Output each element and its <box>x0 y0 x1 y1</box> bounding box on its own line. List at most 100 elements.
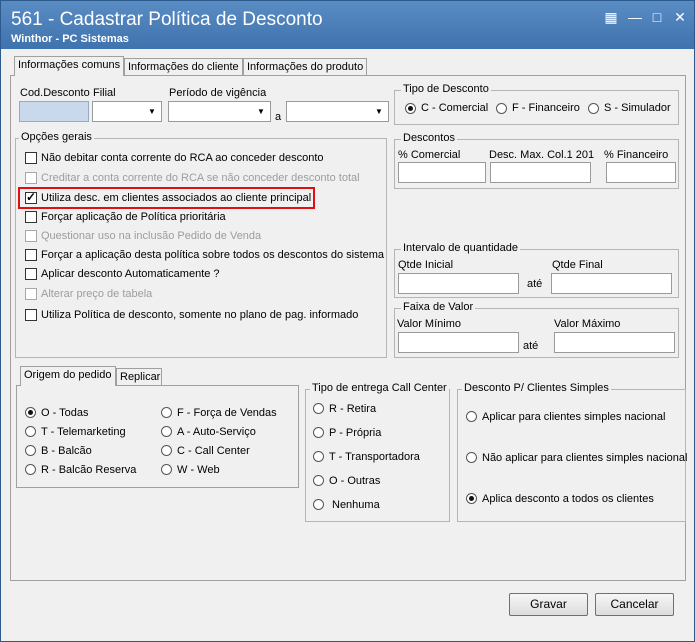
entrega-retira-label: R - Retira <box>329 403 377 415</box>
valor-maximo-field[interactable] <box>554 332 675 353</box>
opcao-4-checkbox[interactable] <box>25 211 37 223</box>
filial-label: Filial <box>93 87 116 99</box>
desc-max-field[interactable] <box>490 162 591 183</box>
desc-comercial-label: % Comercial <box>398 149 461 161</box>
maximize-icon[interactable]: □ <box>649 9 665 25</box>
opcao-6-label: Forçar a aplicação desta política sobre … <box>41 249 385 261</box>
tab-informacoes-produto[interactable]: Informações do produto <box>243 58 367 76</box>
valor-minimo-field[interactable] <box>398 332 519 353</box>
entrega-retira-radio[interactable] <box>313 403 324 414</box>
opcao-7-checkbox[interactable] <box>25 268 37 280</box>
origem-balcao-reserva-label: R - Balcão Reserva <box>41 464 137 476</box>
origem-web-radio[interactable] <box>161 464 172 475</box>
opcao-1-label: Não debitar conta corrente do RCA ao con… <box>41 152 324 164</box>
restore-icon[interactable]: ▦ <box>603 9 619 25</box>
origem-auto-servico-label: A - Auto-Serviço <box>177 426 256 438</box>
close-icon[interactable]: ✕ <box>672 9 688 25</box>
tab-label: Replicar <box>120 371 161 383</box>
tab-informacoes-comuns[interactable]: Informações comuns <box>14 56 124 76</box>
cancel-button[interactable]: Cancelar <box>595 593 674 616</box>
tab-label: Informações comuns <box>18 59 121 71</box>
origem-call-center-label: C - Call Center <box>177 445 250 457</box>
entrega-nenhuma-label: Nenhuma <box>332 499 380 511</box>
origem-todas-radio[interactable] <box>25 407 36 418</box>
origem-auto-servico-radio[interactable] <box>161 426 172 437</box>
simples-aplicar-label: Aplicar para clientes simples nacional <box>482 411 666 423</box>
tab-origem-pedido[interactable]: Origem do pedido <box>20 366 116 386</box>
qtde-final-label: Qtde Final <box>552 259 603 271</box>
opcao-5-checkbox <box>25 230 37 242</box>
opcao-9-label: Utiliza Política de desconto, somente no… <box>41 309 359 321</box>
entrega-transportadora-radio[interactable] <box>313 451 324 462</box>
opcao-6-checkbox[interactable] <box>25 249 37 261</box>
simples-todos-radio[interactable] <box>466 493 477 504</box>
origem-balcao-label: B - Balcão <box>41 445 92 457</box>
opcao-2-checkbox <box>25 172 37 184</box>
qtde-inicial-label: Qtde Inicial <box>398 259 454 271</box>
origem-balcao-reserva-radio[interactable] <box>25 464 36 475</box>
entrega-propria-label: P - Própria <box>329 427 382 439</box>
origem-telemarketing-label: T - Telemarketing <box>41 426 126 438</box>
clientes-simples-legend: Desconto P/ Clientes Simples <box>462 382 611 394</box>
entrega-propria-radio[interactable] <box>313 427 324 438</box>
desc-financeiro-label: % Financeiro <box>604 149 669 161</box>
qtde-final-field[interactable] <box>551 273 672 294</box>
tipo-simulador-label: S - Simulador <box>604 102 671 114</box>
simples-todos-label: Aplica desconto a todos os clientes <box>482 493 654 505</box>
simples-nao-aplicar-label: Não aplicar para clientes simples nacion… <box>482 452 688 464</box>
tipo-desconto-legend: Tipo de Desconto <box>401 83 491 95</box>
origem-forca-vendas-radio[interactable] <box>161 407 172 418</box>
tipo-comercial-radio[interactable] <box>405 103 416 114</box>
origem-todas-label: O - Todas <box>41 407 89 419</box>
opcao-5-label: Questionar uso na inclusão Pedido de Ven… <box>41 230 262 242</box>
tab-replicar[interactable]: Replicar <box>116 368 162 386</box>
faixa-valor-legend: Faixa de Valor <box>401 301 476 313</box>
minimize-icon[interactable]: — <box>627 9 643 25</box>
desc-financeiro-field[interactable] <box>606 162 676 183</box>
desc-comercial-field[interactable] <box>398 162 486 183</box>
window-title: 561 - Cadastrar Política de Desconto <box>11 9 323 30</box>
origem-telemarketing-radio[interactable] <box>25 426 36 437</box>
valor-maximo-label: Valor Máximo <box>554 318 621 330</box>
cod-desconto-label: Cod.Desconto <box>20 87 90 99</box>
origem-call-center-radio[interactable] <box>161 445 172 456</box>
highlight-box <box>18 187 315 209</box>
tipo-comercial-label: C - Comercial <box>421 102 489 114</box>
opcao-8-label: Alterar preço de tabela <box>41 288 153 300</box>
periodo-label: Período de vigência <box>169 87 267 99</box>
desc-max-label: Desc. Max. Col.1 201 <box>489 149 595 161</box>
tipo-simulador-radio[interactable] <box>588 103 599 114</box>
valor-minimo-label: Valor Mínimo <box>397 318 461 330</box>
periodo-inicio-dropdown[interactable]: ▼ <box>168 101 271 122</box>
tab-label: Informações do produto <box>247 61 364 73</box>
title-bar: 561 - Cadastrar Política de Desconto Win… <box>1 1 694 49</box>
opcao-1-checkbox[interactable] <box>25 152 37 164</box>
simples-aplicar-radio[interactable] <box>466 411 477 422</box>
tipo-entrega-legend: Tipo de entrega Call Center <box>310 382 449 394</box>
entrega-nenhuma-radio[interactable] <box>313 499 324 510</box>
tipo-financeiro-label: F - Financeiro <box>512 102 580 114</box>
tab-informacoes-cliente[interactable]: Informações do cliente <box>124 58 243 76</box>
main-window: 561 - Cadastrar Política de Desconto Win… <box>0 0 695 642</box>
opcoes-gerais-group <box>15 138 387 358</box>
qtde-inicial-field[interactable] <box>398 273 519 294</box>
opcao-7-label: Aplicar desconto Automaticamente ? <box>41 268 220 280</box>
chevron-down-icon[interactable]: ▼ <box>372 104 386 119</box>
chevron-down-icon[interactable]: ▼ <box>254 104 268 119</box>
chevron-down-icon[interactable]: ▼ <box>145 104 159 119</box>
origem-balcao-radio[interactable] <box>25 445 36 456</box>
entrega-outras-radio[interactable] <box>313 475 324 486</box>
origem-web-label: W - Web <box>177 464 220 476</box>
entrega-transportadora-label: T - Transportadora <box>329 451 420 463</box>
filial-dropdown[interactable]: ▼ <box>92 101 162 122</box>
intervalo-legend: Intervalo de quantidade <box>401 242 520 254</box>
tipo-financeiro-radio[interactable] <box>496 103 507 114</box>
periodo-separator: a <box>275 111 282 123</box>
cod-desconto-field <box>19 101 89 122</box>
simples-nao-aplicar-radio[interactable] <box>466 452 477 463</box>
save-button[interactable]: Gravar <box>509 593 588 616</box>
opcao-9-checkbox[interactable] <box>25 309 37 321</box>
periodo-fim-dropdown[interactable]: ▼ <box>286 101 389 122</box>
intervalo-sep: até <box>527 278 543 290</box>
tab-label: Origem do pedido <box>24 369 112 381</box>
